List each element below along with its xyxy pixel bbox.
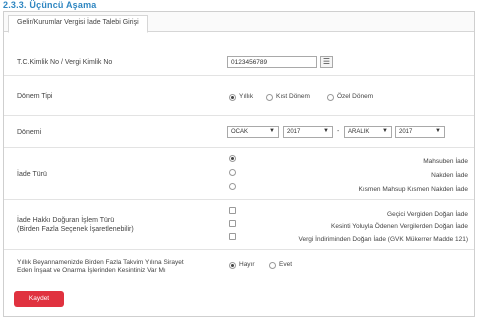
chevron-down-icon: ▼ bbox=[269, 128, 275, 134]
donem-tipi-label: Dönem Tipi bbox=[17, 93, 53, 100]
date-separator: - bbox=[337, 128, 340, 135]
row-donem-tipi: Dönem Tipi Yıllık Kıst Dönem Özel Dönem bbox=[4, 76, 474, 116]
checkbox-kesinti[interactable] bbox=[229, 220, 236, 227]
end-year-value: 2017 bbox=[399, 129, 413, 135]
start-month-select[interactable]: OCAK ▼ bbox=[227, 126, 279, 138]
iade-turu-label: İade Türü bbox=[17, 171, 47, 178]
sirayet-label-line1: Yıllık Beyannamenizde Birden Fazla Takvi… bbox=[17, 259, 184, 266]
chevron-down-icon: ▼ bbox=[323, 128, 329, 134]
end-year-select[interactable]: 2017 ▼ bbox=[395, 126, 445, 138]
form-panel: Gelir/Kurumlar Vergisi İade Talebi Giriş… bbox=[3, 11, 475, 317]
option-kist-donem-label: Kıst Dönem bbox=[276, 93, 310, 100]
section-heading: 2.3.3. Üçüncü Aşama bbox=[3, 0, 97, 10]
radio-nakden-iade[interactable] bbox=[229, 169, 236, 176]
row-sirayet: Yıllık Beyannamenizde Birden Fazla Takvi… bbox=[4, 250, 474, 282]
tckimlik-label: T.C.Kimlik No / Vergi Kimlik No bbox=[17, 59, 113, 66]
radio-mahsuben-iade[interactable] bbox=[229, 155, 236, 162]
radio-ozel-donem[interactable] bbox=[327, 94, 334, 101]
row-tckimlik: T.C.Kimlik No / Vergi Kimlik No 01234567… bbox=[4, 48, 474, 76]
donemi-label: Dönemi bbox=[17, 129, 42, 136]
radio-evet[interactable] bbox=[269, 262, 276, 269]
option-yillik-label: Yıllık bbox=[239, 93, 254, 100]
sirayet-label: Yıllık Beyannamenizde Birden Fazla Takvi… bbox=[17, 259, 184, 275]
option-ozel-donem-label: Özel Dönem bbox=[337, 93, 374, 100]
end-month-value: ARALIK bbox=[348, 129, 370, 135]
radio-kist-donem[interactable] bbox=[266, 94, 273, 101]
chevron-down-icon: ▼ bbox=[435, 128, 441, 134]
checkbox-vergi-indirimi[interactable] bbox=[229, 233, 236, 240]
tckimlik-input[interactable]: 0123456789 bbox=[227, 56, 317, 68]
tab-iade-talebi[interactable]: Gelir/Kurumlar Vergisi İade Talebi Giriş… bbox=[8, 15, 148, 33]
option-evet-label: Evet bbox=[279, 261, 293, 268]
start-month-value: OCAK bbox=[231, 129, 249, 135]
sirayet-label-line2: Eden İnşaat ve Onarma İşlerinden Kesinti… bbox=[17, 267, 166, 274]
option-mahsuben-iade-label: Mahsuben İade bbox=[423, 158, 468, 165]
row-iade-turu: İade Türü Mahsuben İade Nakden İade Kısm… bbox=[4, 148, 474, 200]
save-button[interactable]: Kaydet bbox=[14, 291, 64, 307]
option-gecici-vergi-label: Geçici Vergiden Doğan İade bbox=[387, 211, 468, 218]
option-vergi-indirimi-label: Vergi İndiriminden Doğan İade (GVK Müker… bbox=[298, 236, 468, 243]
checkbox-gecici-vergi[interactable] bbox=[229, 207, 236, 214]
tab-bar: Gelir/Kurumlar Vergisi İade Talebi Giriş… bbox=[4, 12, 474, 33]
start-year-select[interactable]: 2017 ▼ bbox=[283, 126, 333, 138]
option-kismen-iade-label: Kısmen Mahsup Kısmen Nakden İade bbox=[358, 186, 468, 193]
radio-kismen-iade[interactable] bbox=[229, 183, 236, 190]
islem-turu-label: İade Hakkı Doğuran İşlem Türü (Birden Fa… bbox=[17, 216, 134, 234]
chevron-down-icon: ▼ bbox=[382, 128, 388, 134]
option-nakden-iade-label: Nakden İade bbox=[431, 172, 468, 179]
start-year-value: 2017 bbox=[287, 129, 301, 135]
list-icon[interactable]: ☰ bbox=[320, 56, 333, 68]
option-hayir-label: Hayır bbox=[239, 261, 255, 268]
row-islem-turu: İade Hakkı Doğuran İşlem Türü (Birden Fa… bbox=[4, 200, 474, 250]
radio-hayir[interactable] bbox=[229, 262, 236, 269]
islem-turu-label-line1: İade Hakkı Doğuran İşlem Türü bbox=[17, 217, 115, 224]
row-donemi: Dönemi OCAK ▼ 2017 ▼ - ARALIK ▼ 2017 ▼ bbox=[4, 116, 474, 148]
radio-yillik[interactable] bbox=[229, 94, 236, 101]
islem-turu-label-line2: (Birden Fazla Seçenek İşaretlenebilir) bbox=[17, 226, 134, 233]
end-month-select[interactable]: ARALIK ▼ bbox=[344, 126, 392, 138]
option-kesinti-label: Kesinti Yoluyla Ödenen Vergilerden Doğan… bbox=[331, 223, 468, 230]
